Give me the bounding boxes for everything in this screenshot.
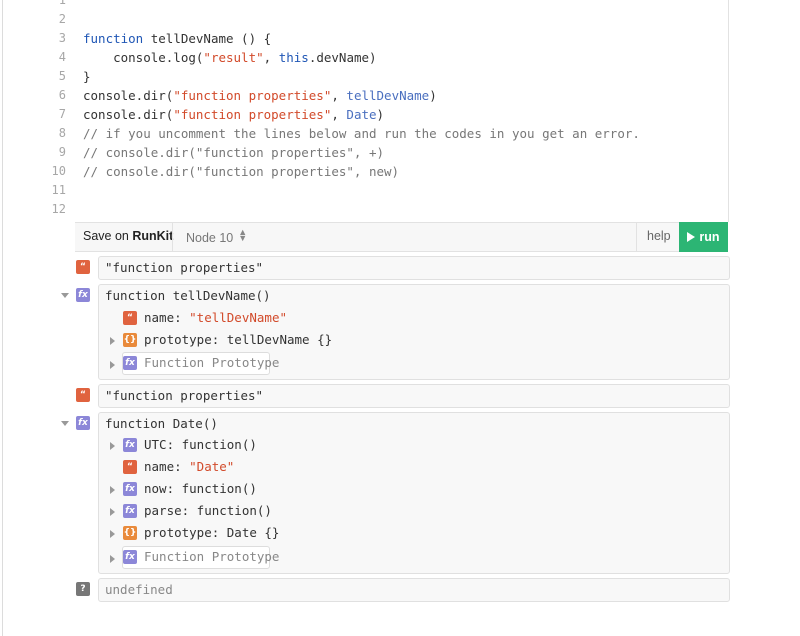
line-number: 7 xyxy=(58,107,66,121)
output-function-tree: function Date() fx UTC: function() “ nam… xyxy=(98,412,730,574)
save-on-runkit-link[interactable]: Save on RunKit xyxy=(83,229,173,243)
expand-caret-icon[interactable] xyxy=(110,486,115,494)
code-line: 1 xyxy=(0,0,728,10)
function-icon: fx xyxy=(123,482,137,496)
function-prototype-label: Function Prototype xyxy=(144,549,280,564)
code-line: 4 console.log("result", this.devName) xyxy=(0,48,728,67)
function-icon: fx xyxy=(123,438,137,452)
function-prototype-pill[interactable]: fx Function Prototype xyxy=(122,352,279,375)
code-text: console.dir("function properties", tellD… xyxy=(83,88,437,103)
expand-caret-icon[interactable] xyxy=(110,337,115,345)
line-number: 9 xyxy=(58,145,66,159)
code-line: 9 // console.dir("function properties", … xyxy=(0,143,728,162)
line-number: 12 xyxy=(51,202,66,216)
collapse-caret-icon[interactable] xyxy=(61,293,69,298)
play-icon xyxy=(687,232,696,242)
output-string-value: "function properties" xyxy=(105,260,264,275)
function-signature: function tellDevName() xyxy=(105,288,271,303)
line-number: 2 xyxy=(58,12,66,26)
function-icon: fx xyxy=(76,416,90,430)
string-icon: “ xyxy=(76,260,90,274)
run-button[interactable]: run xyxy=(679,222,728,252)
code-line: 11 xyxy=(0,181,728,200)
collapse-caret-icon[interactable] xyxy=(61,421,69,426)
toolbar-divider xyxy=(636,223,637,251)
toolbar-divider xyxy=(172,223,173,251)
code-comment: // if you uncomment the lines below and … xyxy=(83,126,640,141)
code-text: } xyxy=(83,69,91,84)
function-icon: fx xyxy=(76,288,90,302)
code-line: 3 function tellDevName () { xyxy=(0,29,728,48)
help-button[interactable]: help xyxy=(647,229,671,243)
expand-caret-icon[interactable] xyxy=(110,508,115,516)
output-undefined-row: undefined xyxy=(98,578,730,602)
property-utc: UTC: function() xyxy=(144,437,257,452)
line-number: 8 xyxy=(58,126,66,140)
string-icon: “ xyxy=(76,388,90,402)
property-name: name: "Date" xyxy=(144,459,235,474)
unknown-type-icon: ? xyxy=(76,582,90,596)
function-icon: fx xyxy=(123,504,137,518)
line-number: 4 xyxy=(58,50,66,64)
function-prototype-label: Function Prototype xyxy=(144,355,280,370)
function-icon: fx xyxy=(123,550,137,564)
expand-caret-icon[interactable] xyxy=(110,530,115,538)
code-line: 10 // console.dir("function properties",… xyxy=(0,162,728,181)
property-parse: parse: function() xyxy=(144,503,272,518)
property-name: name: "tellDevName" xyxy=(144,310,287,325)
code-editor[interactable]: 1 2 3 function tellDevName () { 4 consol… xyxy=(0,0,728,222)
output-string-row: "function properties" xyxy=(98,256,730,280)
code-text: console.log("result", this.devName) xyxy=(83,50,377,65)
object-icon: {} xyxy=(123,333,137,347)
line-number: 5 xyxy=(58,69,66,83)
output-string-row: "function properties" xyxy=(98,384,730,408)
output-undefined-value: undefined xyxy=(105,582,173,597)
property-prototype: prototype: tellDevName {} xyxy=(144,332,333,347)
output-function-tree: function tellDevName() “ name: "tellDevN… xyxy=(98,284,730,380)
code-line: 2 xyxy=(0,10,728,29)
node-version-select[interactable]: Node 10 ▲ ▼ xyxy=(186,227,248,246)
code-line: 8 // if you uncomment the lines below an… xyxy=(0,124,728,143)
line-number: 10 xyxy=(51,164,66,178)
function-signature: function Date() xyxy=(105,416,218,431)
object-icon: {} xyxy=(123,526,137,540)
line-number: 3 xyxy=(58,31,66,45)
code-comment: // console.dir("function properties", +) xyxy=(83,145,385,160)
code-line: 7 console.dir("function properties", Dat… xyxy=(0,105,728,124)
code-line: 5 } xyxy=(0,67,728,86)
editor-right-border xyxy=(728,0,729,222)
line-number: 6 xyxy=(58,88,66,102)
line-number: 1 xyxy=(58,0,66,7)
line-number: 11 xyxy=(51,183,66,197)
function-prototype-pill[interactable]: fx Function Prototype xyxy=(122,546,279,569)
code-line: 6 console.dir("function properties", tel… xyxy=(0,86,728,105)
output-string-value: "function properties" xyxy=(105,388,264,403)
function-icon: fx xyxy=(123,356,137,370)
expand-caret-icon[interactable] xyxy=(110,361,115,369)
code-text: function tellDevName () { xyxy=(83,31,272,46)
expand-caret-icon[interactable] xyxy=(110,555,115,563)
code-text: console.dir("function properties", Date) xyxy=(83,107,385,122)
property-prototype: prototype: Date {} xyxy=(144,525,280,540)
expand-caret-icon[interactable] xyxy=(110,442,115,450)
string-icon: “ xyxy=(123,460,137,474)
code-line: 12 xyxy=(0,200,728,219)
string-icon: “ xyxy=(123,311,137,325)
code-comment: // console.dir("function properties", ne… xyxy=(83,164,400,179)
property-now: now: function() xyxy=(144,481,257,496)
runkit-toolbar: Save on RunKit Node 10 ▲ ▼ help run xyxy=(75,222,728,252)
up-down-chevron-icon: ▲ ▼ xyxy=(238,227,248,243)
